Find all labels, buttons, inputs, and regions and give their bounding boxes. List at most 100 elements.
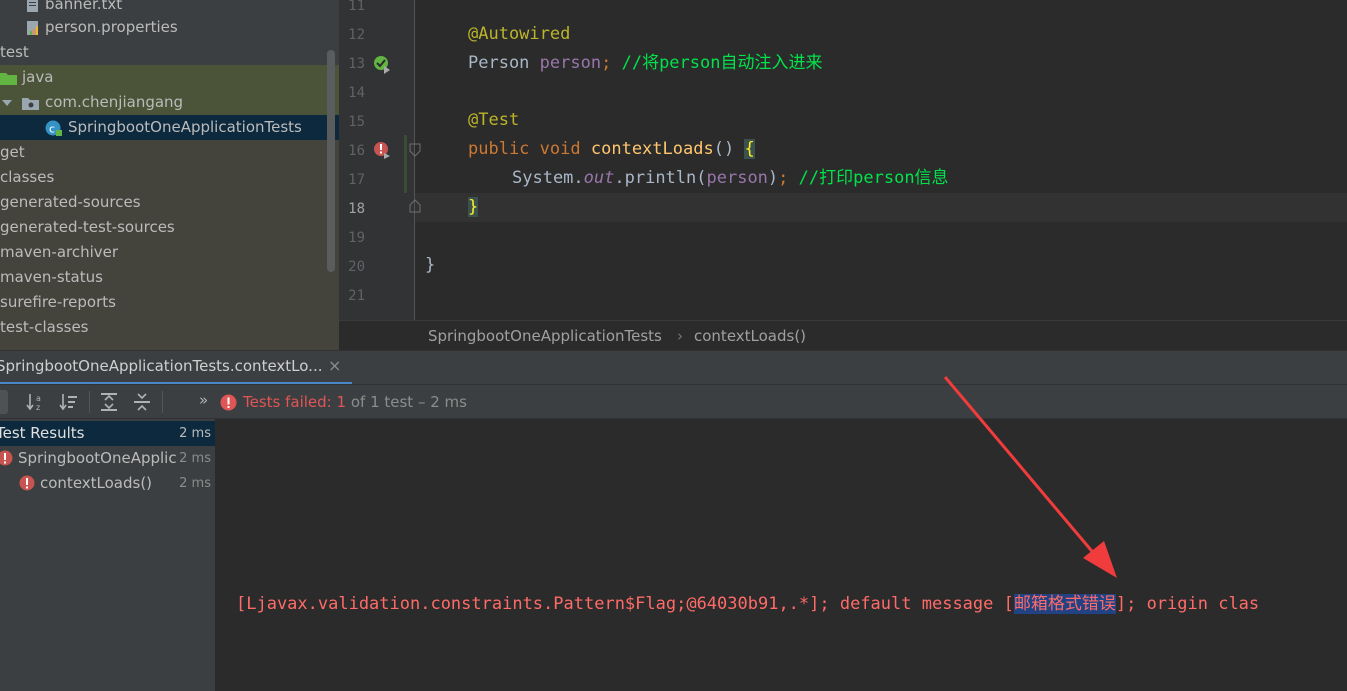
code-comment: //将person自动注入进来 bbox=[621, 53, 823, 73]
code-annotation: @Autowired bbox=[468, 24, 571, 44]
sort-by-duration-icon[interactable] bbox=[58, 391, 80, 413]
tree-item-label: test-classes bbox=[0, 318, 89, 336]
test-class-icon: c bbox=[45, 120, 62, 136]
line-number: 19 bbox=[348, 230, 365, 246]
code-semicolon: ; bbox=[601, 53, 612, 73]
code-line-16: public void contextLoads() { bbox=[468, 135, 755, 164]
chevron-down-icon bbox=[2, 100, 12, 106]
tree-item-label: test bbox=[0, 43, 29, 61]
fold-start-icon[interactable] bbox=[409, 143, 421, 157]
tree-item-java[interactable]: java bbox=[0, 65, 339, 90]
toolbar-separator bbox=[89, 391, 90, 413]
code-parens: () bbox=[713, 139, 735, 159]
line-number: 20 bbox=[348, 259, 365, 275]
tree-item-generated-test-sources[interactable]: generated-test-sources bbox=[0, 215, 339, 240]
code-editor[interactable]: 11 12 13 14 15 16 17 18 19 20 21 @Autowi… bbox=[339, 0, 1347, 320]
test-method-time: 2 ms bbox=[179, 476, 211, 491]
toolbar-separator bbox=[162, 391, 163, 413]
tree-item-test[interactable]: test bbox=[0, 40, 339, 65]
tree-item-surefire-reports[interactable]: surefire-reports bbox=[0, 290, 339, 315]
line-number: 13 bbox=[348, 56, 365, 72]
tree-item-label: SpringbootOneApplicationTests bbox=[68, 118, 302, 136]
test-results-label: Test Results bbox=[0, 424, 85, 442]
console-output[interactable]: [Ljavax.validation.constraints.Pattern$F… bbox=[216, 419, 1347, 691]
line-number: 12 bbox=[348, 27, 365, 43]
line-number: 11 bbox=[348, 0, 365, 14]
svg-text:c: c bbox=[49, 123, 55, 136]
package-icon bbox=[22, 98, 39, 110]
close-icon[interactable]: × bbox=[328, 356, 341, 375]
test-results-root[interactable]: Test Results 2 ms bbox=[0, 421, 215, 446]
run-tab-bar: SpringbootOneApplicationTests.contextLo.… bbox=[0, 350, 1347, 385]
tree-item-target[interactable]: get bbox=[0, 140, 339, 165]
test-status-prefix: Tests failed: bbox=[243, 393, 332, 411]
tree-item-package[interactable]: com.chenjiangang bbox=[0, 90, 339, 115]
line-number: 17 bbox=[348, 172, 365, 188]
code-brace: } bbox=[468, 197, 479, 217]
error-icon bbox=[19, 475, 35, 491]
tree-item-label: com.chenjiangang bbox=[45, 93, 184, 111]
error-icon bbox=[220, 394, 237, 411]
text-file-icon bbox=[27, 0, 38, 12]
tree-item-test-class[interactable]: c SpringbootOneApplicationTests bbox=[0, 115, 339, 140]
code-keyword: public bbox=[468, 139, 530, 159]
tree-item-label: person.properties bbox=[45, 18, 178, 36]
tree-item-label: get bbox=[0, 143, 25, 161]
breadcrumb-method[interactable]: contextLoads() bbox=[694, 321, 806, 351]
current-line-highlight bbox=[415, 193, 1347, 222]
fold-end-icon[interactable] bbox=[409, 199, 421, 213]
code-method-name: contextLoads bbox=[590, 139, 714, 159]
test-class-node[interactable]: SpringbootOneApplic 2 ms bbox=[0, 446, 215, 471]
collapse-all-icon[interactable] bbox=[131, 391, 153, 413]
line-number: 14 bbox=[348, 85, 365, 101]
tree-item-test-classes[interactable]: test-classes bbox=[0, 315, 339, 340]
console-text-before: [Ljavax.validation.constraints.Pattern$F… bbox=[236, 594, 1014, 614]
test-class-label: SpringbootOneApplic bbox=[18, 449, 177, 467]
tree-item-generated-sources[interactable]: generated-sources bbox=[0, 190, 339, 215]
sort-alphabetically-icon[interactable]: az bbox=[25, 391, 47, 413]
test-status-count: 1 bbox=[336, 393, 347, 411]
tree-item-label: generated-test-sources bbox=[0, 218, 175, 236]
test-results-time: 2 ms bbox=[179, 426, 211, 441]
tree-item-label: java bbox=[22, 68, 54, 86]
editor-breadcrumbs: SpringbootOneApplicationTests › contextL… bbox=[339, 320, 1347, 350]
tree-item-person-properties[interactable]: person.properties bbox=[0, 15, 339, 40]
tree-item-maven-archiver[interactable]: maven-archiver bbox=[0, 240, 339, 265]
properties-file-icon bbox=[27, 21, 38, 35]
code-call: .println( bbox=[614, 168, 707, 188]
test-results-tree: Test Results 2 ms SpringbootOneApplic 2 … bbox=[0, 419, 216, 691]
project-tree: banner.txt person.properties test java c… bbox=[0, 0, 339, 350]
toolbar-overflow-icon[interactable]: » bbox=[199, 391, 208, 409]
navigate-to-bean-icon[interactable] bbox=[373, 55, 393, 75]
tree-item-classes[interactable]: classes bbox=[0, 165, 339, 190]
code-annotation: @Test bbox=[468, 110, 520, 130]
code-brace: } bbox=[425, 255, 436, 275]
code-keyword: void bbox=[539, 139, 581, 159]
svg-text:z: z bbox=[36, 403, 40, 412]
test-method-node[interactable]: contextLoads() 2 ms bbox=[0, 471, 215, 496]
toggle-passed-icon[interactable] bbox=[0, 390, 8, 414]
run-toolbar: az » Tests failed: 1 of 1 test – 2 ms bbox=[0, 384, 1347, 419]
breadcrumb-class[interactable]: SpringbootOneApplicationTests bbox=[428, 321, 662, 351]
line-number: 15 bbox=[348, 114, 365, 130]
run-tab[interactable]: SpringbootOneApplicationTests.contextLo.… bbox=[0, 351, 352, 385]
console-text-after: ]; origin clas bbox=[1115, 594, 1260, 614]
tree-scrollbar[interactable] bbox=[327, 50, 335, 272]
console-selected-text: 邮箱格式错误 bbox=[1013, 594, 1116, 614]
tree-item-label: maven-archiver bbox=[0, 243, 119, 261]
code-class: System. bbox=[512, 168, 584, 188]
code-line-20: } bbox=[425, 251, 435, 280]
code-line-13: Person person; //将person自动注入进来 bbox=[468, 49, 822, 78]
test-method-label: contextLoads() bbox=[40, 474, 153, 492]
test-status-summary: of 1 test – 2 ms bbox=[350, 393, 467, 411]
code-type: Person bbox=[468, 53, 530, 73]
run-test-failed-icon[interactable] bbox=[373, 141, 393, 161]
code-comment: //打印person信息 bbox=[798, 168, 949, 188]
code-static-field: out bbox=[583, 168, 615, 188]
tree-item-label: surefire-reports bbox=[0, 293, 116, 311]
code-brace: { bbox=[744, 139, 755, 159]
tree-item-maven-status[interactable]: maven-status bbox=[0, 265, 339, 290]
expand-all-icon[interactable] bbox=[98, 391, 120, 413]
breadcrumb-separator: › bbox=[677, 327, 683, 345]
svg-text:a: a bbox=[36, 394, 41, 403]
